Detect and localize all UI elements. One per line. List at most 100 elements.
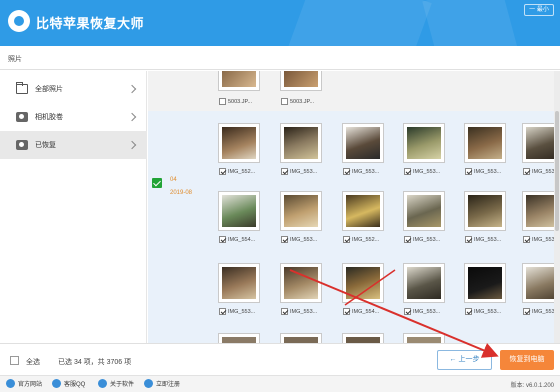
photo-caption[interactable]: IMG_553... [465, 308, 501, 315]
previous-step-button[interactable]: ← 上一步 [437, 350, 492, 370]
photo-caption[interactable]: IMG_553... [343, 168, 379, 175]
photo-checkbox[interactable] [523, 168, 530, 175]
photo-checkbox[interactable] [404, 168, 411, 175]
photo-thumbnail[interactable] [280, 191, 322, 231]
photo-caption[interactable]: IMG_554... [219, 236, 255, 243]
photo-thumbnail[interactable] [218, 263, 260, 303]
photo-caption[interactable]: IMG_553... [281, 168, 317, 175]
scrollbar-thumb[interactable] [555, 111, 559, 231]
title-bar: 比特苹果恢复大师 一 最小 [0, 0, 560, 46]
photo-checkbox[interactable] [404, 236, 411, 243]
photo-caption[interactable]: IMG_553... [465, 168, 501, 175]
photo-checkbox[interactable] [219, 236, 226, 243]
photo-thumbnail[interactable] [280, 71, 322, 91]
sidebar-item-all-photos[interactable]: 全部照片 [0, 75, 147, 103]
photo-caption[interactable]: IMG_553... [404, 236, 440, 243]
photo-thumbnail[interactable] [218, 123, 260, 163]
photo-checkbox[interactable] [343, 168, 350, 175]
photo-thumbnail[interactable] [218, 333, 260, 343]
photo-filename: IMG_553... [413, 236, 441, 243]
photo-thumbnail[interactable] [342, 333, 384, 343]
photo-thumbnail[interactable] [403, 333, 445, 343]
photo-thumbnail[interactable] [342, 263, 384, 303]
photo-caption[interactable]: IMG_553... [404, 168, 440, 175]
photo-checkbox[interactable] [465, 168, 472, 175]
photo-thumbnail[interactable] [403, 191, 445, 231]
breadcrumb: 照片 [0, 46, 560, 70]
about-link[interactable]: 关于软件 [98, 379, 134, 388]
photo-checkbox[interactable] [219, 168, 226, 175]
photo-checkbox[interactable] [219, 98, 226, 105]
window-controls: 一 最小 [524, 4, 554, 16]
photo-checkbox[interactable] [404, 308, 411, 315]
recover-to-computer-button[interactable]: 恢复到电脑 [500, 350, 554, 370]
action-bar: 全选 已选 34 项，共 3706 项 ← 上一步 恢复到电脑 [0, 343, 560, 375]
photo-caption[interactable]: IMG_553... [281, 308, 317, 315]
photo-thumbnail[interactable] [280, 263, 322, 303]
photo-caption[interactable]: IMG_553... [465, 236, 501, 243]
photo-caption[interactable]: IMG_553... [404, 308, 440, 315]
photo-thumbnail[interactable] [280, 123, 322, 163]
photo-checkbox[interactable] [343, 236, 350, 243]
photo-caption[interactable]: IMG_553... [281, 236, 317, 243]
support-qq-link[interactable]: 客服QQ [52, 379, 85, 388]
photo-checkbox[interactable] [343, 308, 350, 315]
photo-thumbnail[interactable] [280, 333, 322, 343]
photo-checkbox[interactable] [219, 308, 226, 315]
sidebar-item-recovered[interactable]: 已恢复 [0, 131, 147, 159]
photo-filename: IMG_553... [290, 308, 318, 315]
home-icon [6, 379, 15, 388]
scrollbar[interactable] [554, 71, 560, 343]
minimize-button[interactable]: 一 最小 [524, 4, 554, 16]
photo-thumbnail[interactable] [464, 191, 506, 231]
photo-thumbnail[interactable] [342, 123, 384, 163]
folder-icon [16, 82, 28, 94]
photo-filename: IMG_553... [413, 308, 441, 315]
camera-icon [16, 112, 28, 122]
photo-filename: IMG_554... [228, 236, 256, 243]
support-qq-label: 客服QQ [64, 382, 86, 388]
select-all-label[interactable]: 全选 [26, 357, 40, 367]
photo-caption[interactable]: IMG_553... [219, 308, 255, 315]
chevron-right-icon [127, 84, 137, 94]
sidebar: 全部照片 相机胶卷 已恢复 [0, 71, 147, 343]
app-logo-icon [8, 10, 30, 32]
photo-thumbnail[interactable] [403, 263, 445, 303]
photo-filename: IMG_553... [474, 308, 502, 315]
group-checkbox[interactable] [152, 178, 162, 188]
photo-checkbox[interactable] [281, 236, 288, 243]
photo-filename: IMG_553... [474, 236, 502, 243]
photo-filename: IMG_553... [474, 168, 502, 175]
photo-filename: IMG_554... [352, 308, 380, 315]
photo-thumbnail[interactable] [218, 71, 260, 91]
app-title: 比特苹果恢复大师 [36, 16, 145, 31]
photo-group: 04 2019-08 IMG_552... IMG_553... IMG_553… [148, 111, 560, 343]
photo-filename: 5003.JP... [290, 98, 315, 105]
register-link[interactable]: 立即注册 [144, 379, 180, 388]
official-site-link[interactable]: 官方网站 [6, 379, 42, 388]
sidebar-item-camera-roll[interactable]: 相机胶卷 [0, 103, 147, 131]
photo-caption[interactable]: 5003.JP... [219, 98, 252, 105]
photo-checkbox[interactable] [281, 168, 288, 175]
photo-caption[interactable]: IMG_554... [343, 308, 379, 315]
photo-caption[interactable]: 5003.JP... [281, 98, 314, 105]
photo-checkbox[interactable] [281, 98, 288, 105]
photo-thumbnail[interactable] [464, 123, 506, 163]
photo-caption[interactable]: IMG_552... [343, 236, 379, 243]
photo-checkbox[interactable] [281, 308, 288, 315]
photo-filename: IMG_552... [228, 168, 256, 175]
photo-checkbox[interactable] [465, 308, 472, 315]
photo-thumbnail[interactable] [464, 263, 506, 303]
photo-thumbnail[interactable] [218, 191, 260, 231]
photo-checkbox[interactable] [523, 308, 530, 315]
photo-thumbnail[interactable] [403, 123, 445, 163]
sidebar-item-label: 相机胶卷 [35, 114, 63, 121]
photo-checkbox[interactable] [465, 236, 472, 243]
photo-filename: IMG_553... [352, 168, 380, 175]
group-day: 04 [170, 177, 177, 183]
photo-thumbnail[interactable] [342, 191, 384, 231]
photo-caption[interactable]: IMG_552... [219, 168, 255, 175]
photo-checkbox[interactable] [523, 236, 530, 243]
photo-filename: IMG_553... [290, 236, 318, 243]
select-all-checkbox[interactable] [10, 356, 19, 365]
